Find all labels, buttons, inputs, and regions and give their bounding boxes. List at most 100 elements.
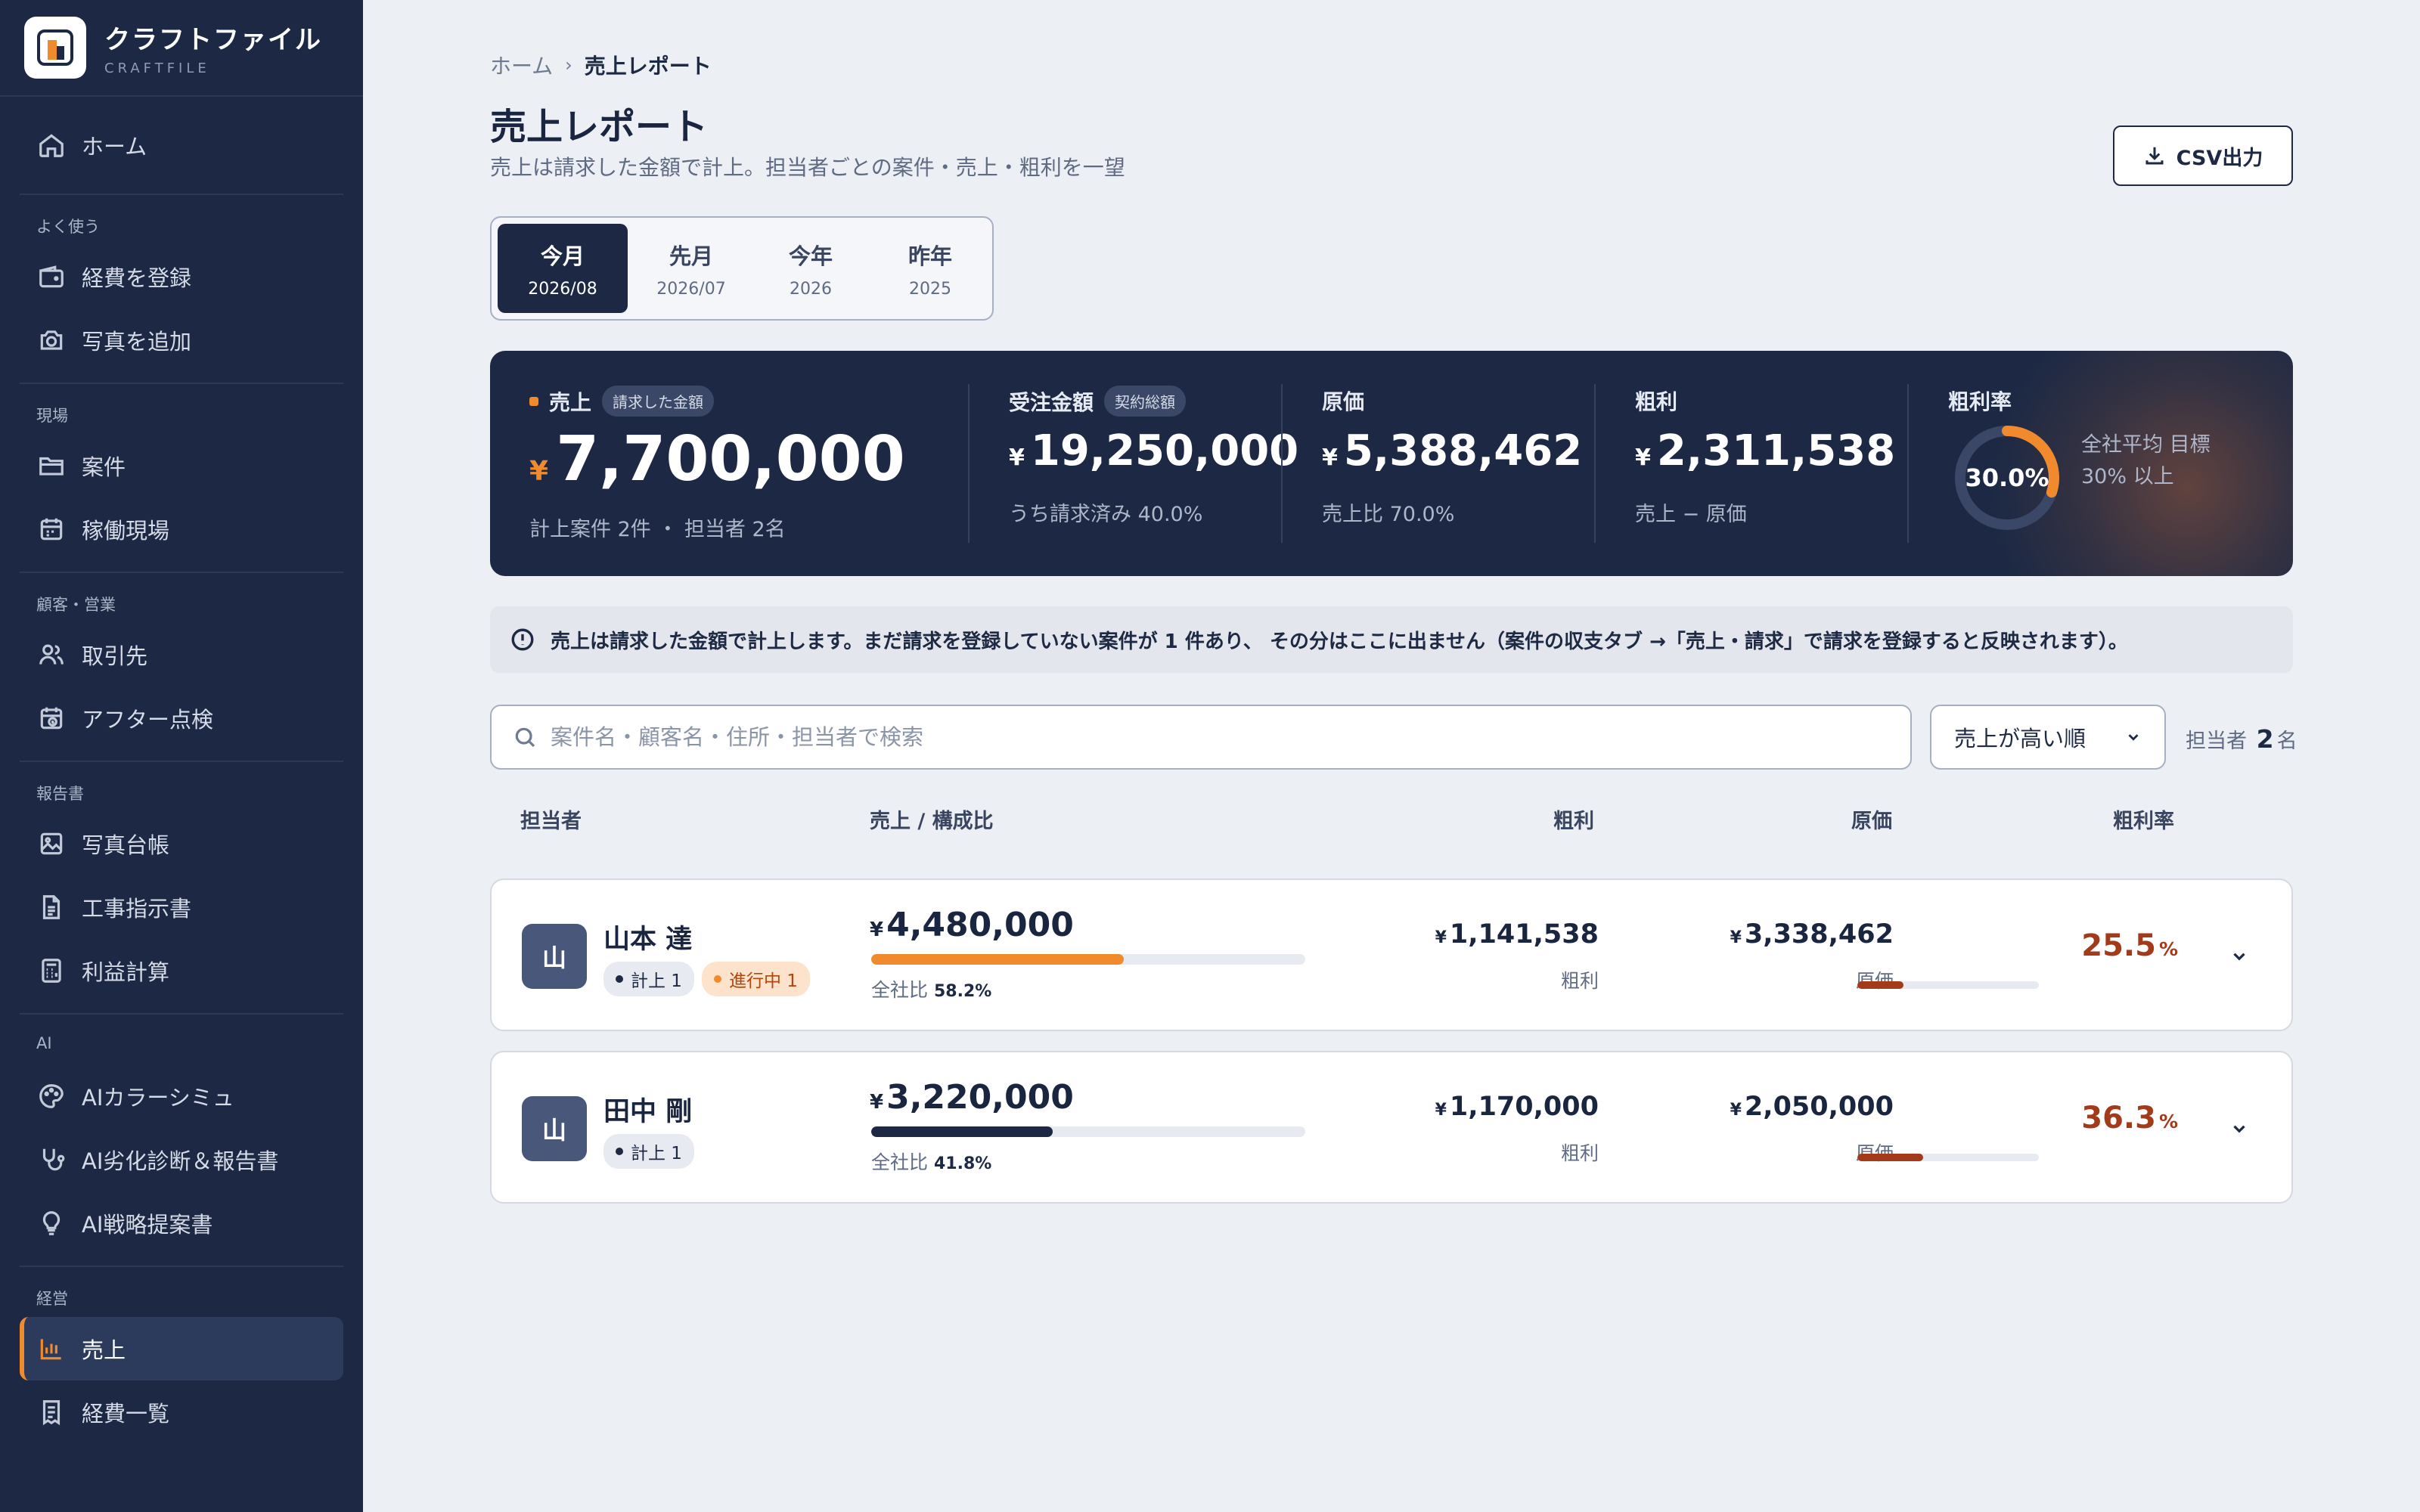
status-badge: 計上 1 <box>603 1134 694 1169</box>
wallet-icon <box>36 262 67 292</box>
sort-selected-label: 売上が高い順 <box>1954 726 2086 751</box>
sidebar-item[interactable]: 経費を登録 <box>20 245 343 308</box>
currency-symbol: ¥ <box>1435 928 1447 947</box>
sidebar-item[interactable]: 写真を追加 <box>20 308 343 372</box>
palette-icon <box>36 1081 67 1111</box>
folder-icon <box>36 451 67 481</box>
info-icon <box>511 628 534 651</box>
currency-symbol: ¥ <box>870 919 884 941</box>
cost-amount: ¥3,338,462 <box>1730 919 1894 950</box>
kpi-sales-sub: 計上案件 2件 ・ 担当者 2名 <box>529 518 786 541</box>
profit-value: 1,170,000 <box>1449 1092 1599 1122</box>
search-input[interactable] <box>551 724 1836 750</box>
kpi-panel: 売上 請求した金額 ¥7,700,000 計上案件 2件 ・ 担当者 2名 受注金… <box>490 351 2293 576</box>
margin-value: 25.5 <box>2081 928 2156 963</box>
stethoscope-icon <box>36 1145 67 1175</box>
sidebar-item-label: AI劣化診断＆報告書 <box>82 1148 279 1174</box>
sidebar-item-label: 売上 <box>82 1337 126 1363</box>
sidebar-item-label: 案件 <box>82 454 126 480</box>
brand[interactable]: クラフトファイル CRAFTFILE <box>0 0 363 97</box>
sidebar-item-home[interactable]: ホーム <box>0 97 363 194</box>
sidebar-item[interactable]: 案件 <box>20 434 343 497</box>
kpi-profit-value: 2,311,538 <box>1656 426 1896 476</box>
margin-rate: 36.3% <box>2081 1101 2178 1136</box>
profit-label: 粗利 <box>1560 1142 1599 1164</box>
avatar: 山 <box>522 1096 587 1161</box>
currency-symbol: ¥ <box>870 1091 884 1114</box>
period-tab[interactable]: 今月 2026/08 <box>498 224 628 313</box>
csv-export-label: CSV出力 <box>2176 146 2263 170</box>
csv-export-button[interactable]: CSV出力 <box>2113 125 2293 186</box>
margin-bar <box>1857 1154 2039 1161</box>
share-bar <box>871 954 1305 965</box>
sidebar-section: 顧客・営業 取引先 アフター点検 <box>20 572 343 761</box>
sidebar-item-label: アフター点検 <box>82 707 214 733</box>
cost-value: 2,050,000 <box>1744 1092 1894 1122</box>
period-date: 2026/07 <box>656 279 726 299</box>
share-value: 41.8% <box>933 1154 992 1173</box>
expand-row-button[interactable] <box>2229 947 2249 966</box>
period-tab[interactable]: 今年 2026 <box>755 224 867 313</box>
sidebar-item[interactable]: 利益計算 <box>20 939 343 1002</box>
share-text: 全社比 58.2% <box>871 975 991 1002</box>
breadcrumb-separator: › <box>565 54 572 76</box>
currency-symbol: ¥ <box>1435 1101 1447 1120</box>
count-value: 2 <box>2256 724 2274 754</box>
status-badge: 計上 1 <box>603 962 694 996</box>
sidebar-section-label: よく使う <box>36 218 100 236</box>
sidebar-item[interactable]: 売上 <box>20 1317 343 1380</box>
sidebar-section-label: AI <box>36 1034 52 1052</box>
status-badge-text: 計上 1 <box>631 1144 682 1163</box>
sidebar-item[interactable]: AI劣化診断＆報告書 <box>20 1128 343 1191</box>
sidebar-item[interactable]: アフター点検 <box>20 686 343 750</box>
sidebar-item[interactable]: 稼働現場 <box>20 497 343 561</box>
period-tab[interactable]: 先月 2026/07 <box>635 224 747 313</box>
table-row[interactable]: 山田中 剛計上 1 ¥3,220,000 全社比 41.8% ¥1,170,000 粗利… <box>490 1051 2293 1204</box>
search-box <box>490 705 1912 770</box>
kpi-divider <box>1281 384 1283 543</box>
document-icon <box>36 892 67 922</box>
kpi-margin-value: 30.0% <box>1965 463 2049 492</box>
period-label: 今年 <box>788 243 833 269</box>
sidebar-item[interactable]: AI戦略提案書 <box>20 1191 343 1255</box>
sidebar-section: 現場 案件 稼働現場 <box>20 383 343 572</box>
sidebar-item-label: 工事指示書 <box>82 896 192 922</box>
brand-name: クラフトファイル <box>104 25 322 55</box>
profit-value: 1,141,538 <box>1449 919 1599 950</box>
chevron-down-icon <box>2233 953 2245 961</box>
breadcrumb-home-link[interactable]: ホーム <box>490 50 553 80</box>
margin-value: 36.3 <box>2081 1101 2156 1136</box>
share-bar <box>871 1126 1305 1137</box>
kpi-cost-label: 原価 <box>1322 389 1365 414</box>
status-badge-text: 計上 1 <box>631 971 682 991</box>
image-icon <box>36 829 67 859</box>
sidebar-item[interactable]: 経費一覧 <box>20 1380 343 1444</box>
sort-select[interactable]: 売上が高い順 <box>1930 705 2166 770</box>
share-value: 58.2% <box>933 982 992 1001</box>
status-dot <box>713 975 721 983</box>
period-label: 今月 <box>540 243 585 269</box>
kpi-cost-sub: 売上比 70.0% <box>1322 503 1455 526</box>
period-tab[interactable]: 昨年 2025 <box>874 224 986 313</box>
sidebar-item[interactable]: 写真台帳 <box>20 812 343 875</box>
sidebar-section-label: 報告書 <box>36 785 84 803</box>
sidebar-section: よく使う経費を登録 写真を追加 <box>20 194 343 383</box>
kpi-profit-sub: 売上 − 原価 <box>1635 503 1747 526</box>
sidebar-item[interactable]: AIカラーシミュ <box>20 1064 343 1128</box>
receipt-icon <box>36 1397 67 1427</box>
notice-text: 売上は請求した金額で計上します。まだ請求を登録していない案件が 1 件あり、 そ… <box>551 630 2128 653</box>
sales-value: 4,480,000 <box>886 906 1074 944</box>
cost-label: 原価 <box>1856 1139 1894 1166</box>
sidebar-item[interactable]: 取引先 <box>20 623 343 686</box>
share-label: 全社比 <box>871 1151 929 1173</box>
table-row[interactable]: 山山本 達計上 1 進行中 1 ¥4,480,000 全社比 58.2% ¥1,141,… <box>490 878 2293 1031</box>
share-bar-fill <box>871 1126 1053 1137</box>
sidebar-item[interactable]: 工事指示書 <box>20 875 343 939</box>
download-icon <box>2145 147 2164 165</box>
kpi-divider <box>1594 384 1596 543</box>
sidebar-item-label: 経費一覧 <box>82 1401 170 1427</box>
expand-row-button[interactable] <box>2229 1119 2249 1139</box>
margin-bar-fill <box>1857 981 1904 989</box>
main-content: ホーム › 売上レポート 売上レポート 売上は請求した金額で計上。担当者ごとの案… <box>363 0 2420 1512</box>
period-date: 2026 <box>790 279 832 299</box>
